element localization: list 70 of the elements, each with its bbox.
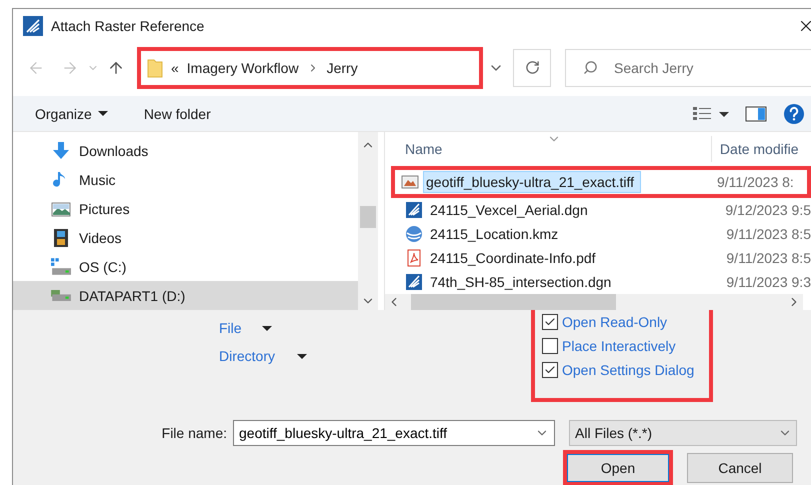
file-row[interactable]: geotiff_bluesky-ultra_21_exact.tiff 9/11/2023 8: [391,166,811,198]
image-file-icon [401,173,419,191]
nav-item[interactable]: Music [13,165,358,194]
pdf-file-icon [405,249,423,267]
checkbox-label[interactable]: Open Read-Only [562,314,668,330]
search-field[interactable]: Search Jerry [565,48,811,87]
check-icon [544,316,556,328]
nav-item[interactable]: OS (C:) [13,252,358,281]
checkbox[interactable] [542,314,558,330]
checkbox-label[interactable]: Open Settings Dialog [562,362,694,378]
window-title: Attach Raster Reference [51,18,206,34]
dialog-button[interactable]: Open [563,450,673,485]
address-bar[interactable]: « Imagery Workflow Jerry [137,46,483,89]
app-logo-icon [23,16,43,36]
nav-item[interactable]: Videos [13,223,358,252]
file-name[interactable]: geotiff_bluesky-ultra_21_exact.tiff [423,171,642,193]
file-name-label: File name: [160,425,228,441]
search-icon [583,60,598,75]
file-name-field[interactable]: geotiff_bluesky-ultra_21_exact.tiff [233,420,555,446]
preview-pane-icon[interactable] [745,106,767,122]
organize-menu[interactable]: Organize [35,106,108,122]
refresh-button[interactable] [513,48,551,87]
view-options-icon[interactable] [693,106,729,121]
dialog-button[interactable]: Cancel [687,453,793,483]
file-name[interactable]: 24115_Vexcel_Aerial.dgn [427,199,595,221]
file-name[interactable]: 74th_SH-85_intersection.dgn [427,271,618,293]
date-cell-text: 9/11/2023 8:5 [725,250,811,266]
caret-icon [297,354,308,358]
globe-icon [405,225,423,243]
file-row[interactable]: 24115_Coordinate-Info.pdf 9/11/2023 8:5 [395,246,811,270]
caret-icon [262,326,272,330]
nav-item[interactable]: DATAPART1 (D:) [13,281,358,310]
caret-icon [98,111,108,116]
file-row[interactable]: 24115_Location.kmz 9/11/2023 8:5 [395,222,811,246]
new-folder-button[interactable]: New folder [144,106,211,122]
dgn-file-icon [405,273,423,291]
scrollbar[interactable] [358,132,378,310]
nav-item[interactable]: Downloads [13,136,358,165]
check-icon [544,364,556,376]
column-header[interactable]: Name [385,136,712,162]
film-icon [51,228,71,248]
down-arrow-icon [51,140,71,160]
file-row[interactable]: 24115_Vexcel_Aerial.dgn 9/12/2023 9:5 [395,198,811,222]
date-cell-text: 9/11/2023 8:5 [725,226,811,242]
checkbox[interactable] [542,338,558,354]
scrollbar-thumb[interactable] [360,206,376,228]
drive-icon [51,290,71,301]
date-cell-text: 9/11/2023 8: [716,174,794,190]
drive-icon [51,258,71,275]
dgn-file-icon [405,201,423,219]
file-name[interactable]: 24115_Coordinate-Info.pdf [427,247,603,269]
breadcrumb[interactable]: Imagery Workflow [186,60,299,76]
file-type-dropdown[interactable]: All Files (*.*) [569,420,797,446]
nav-item[interactable]: Pictures [13,194,358,223]
refresh-icon [524,60,540,76]
date-cell-text: 9/12/2023 9:5 [724,202,811,218]
help-icon[interactable] [783,102,805,125]
file-name[interactable]: 24115_Location.kmz [427,223,566,245]
date-cell-text: 9/11/2023 9:3 [725,274,811,290]
address-overflow[interactable]: « [171,60,179,76]
directory-dropdown[interactable]: Directory [219,348,531,364]
folder-icon [147,58,163,78]
file-row[interactable]: 74th_SH-85_intersection.dgn 9/11/2023 9:3 [395,270,811,294]
horizontal-scrollbar[interactable] [385,294,803,310]
breadcrumb[interactable]: Jerry [326,60,358,76]
column-header[interactable]: Date modifie [712,136,811,162]
scrollbar-thumb[interactable] [411,294,616,310]
checkbox-label[interactable]: Place Interactively [562,338,676,354]
file-dropdown[interactable]: File [219,320,531,336]
checkbox[interactable] [542,362,558,378]
